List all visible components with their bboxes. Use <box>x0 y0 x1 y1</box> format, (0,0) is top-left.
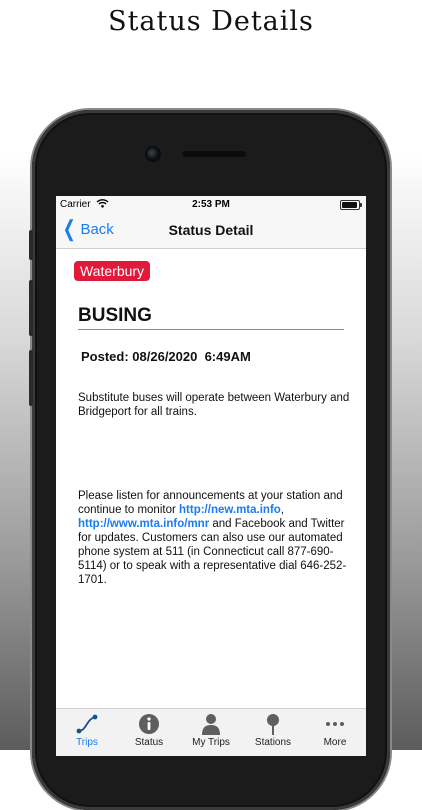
link-new-mta[interactable]: http://new.mta.info <box>179 504 281 516</box>
tab-trips[interactable]: Trips <box>56 709 118 756</box>
paragraph-2-text-b: , <box>280 504 285 516</box>
more-icon <box>323 713 347 735</box>
front-camera <box>147 148 159 160</box>
tab-more[interactable]: More <box>304 709 366 756</box>
tab-status[interactable]: Status <box>118 709 180 756</box>
route-icon <box>75 713 99 735</box>
status-paragraph-1: Substitute buses will operate between Wa… <box>78 392 350 418</box>
tab-my-trips[interactable]: My Trips <box>180 709 242 756</box>
status-bar: Carrier 2:53 PM <box>56 196 366 214</box>
tab-trips-label: Trips <box>76 737 98 748</box>
person-icon <box>199 713 223 735</box>
volume-down-button <box>29 350 33 406</box>
promo-title: Status Details <box>108 6 314 37</box>
tab-status-label: Status <box>134 737 164 748</box>
navigation-bar: ❮ Back Status Detail <box>56 214 366 249</box>
volume-up-button <box>29 280 33 336</box>
nav-title: Status Detail <box>168 222 254 238</box>
status-paragraph-2: Please listen for announcements at your … <box>78 489 350 587</box>
status-detail-content: Waterbury BUSING Posted: 08/26/2020 6:49… <box>56 249 366 718</box>
tab-stations-label: Stations <box>254 737 292 748</box>
tab-my-trips-label: My Trips <box>192 737 230 748</box>
earpiece-speaker <box>182 151 246 157</box>
tab-stations[interactable]: Stations <box>242 709 304 756</box>
tab-bar: Trips Status My Trips Stations More <box>56 708 366 756</box>
mute-switch <box>29 230 33 260</box>
posted-timestamp: Posted: 08/26/2020 6:49AM <box>81 349 251 364</box>
battery-icon <box>340 200 362 210</box>
pin-icon <box>261 713 285 735</box>
info-icon <box>137 713 161 735</box>
clock: 2:53 PM <box>192 199 230 210</box>
link-mta-mnr[interactable]: http://www.mta.info/mnr <box>78 518 209 530</box>
phone-screen: Carrier 2:53 PM ❮ Back Status Detail Wat… <box>56 196 366 756</box>
line-badge: Waterbury <box>74 261 151 281</box>
status-heading: BUSING <box>78 305 344 330</box>
tab-more-label: More <box>323 737 347 748</box>
